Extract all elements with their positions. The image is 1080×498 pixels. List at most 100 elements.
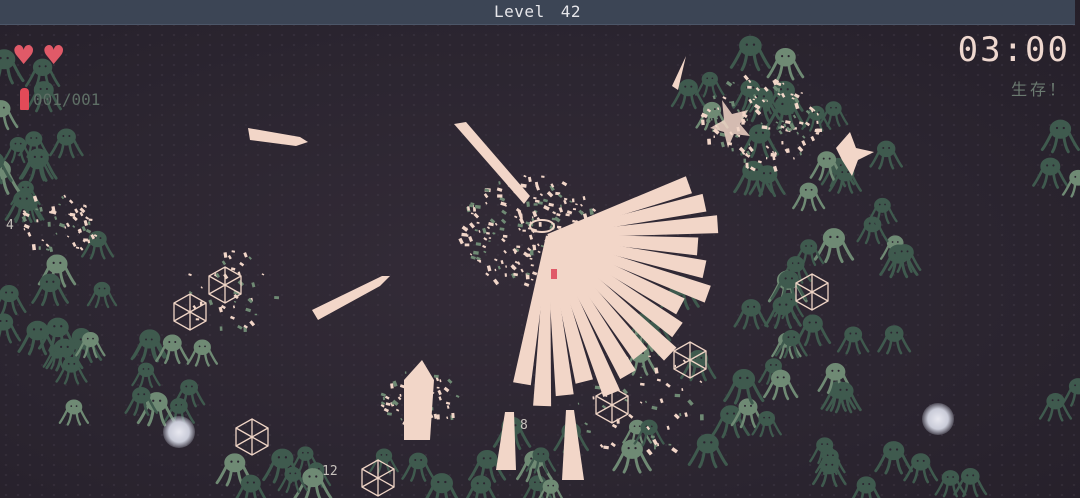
- heart-icon: ♥: [42, 41, 66, 71]
- particle: [386, 412, 392, 416]
- particle: [710, 117, 713, 121]
- particle: [528, 234, 534, 240]
- particle: [249, 320, 256, 327]
- particle: [542, 198, 549, 203]
- particle: [63, 194, 67, 198]
- particle: [748, 143, 751, 146]
- level-label: Level: [494, 2, 545, 21]
- particle: [523, 282, 530, 287]
- particle: [725, 80, 733, 87]
- particle: [39, 206, 43, 212]
- particle: [760, 122, 763, 125]
- particle: [245, 307, 252, 313]
- particle: [582, 196, 586, 201]
- octopus-enemy-icon: [856, 215, 889, 245]
- particle: [437, 389, 442, 396]
- particle: [482, 244, 487, 249]
- particle: [514, 215, 518, 219]
- particle: [533, 203, 538, 206]
- octopus-enemy-icon: [612, 438, 652, 474]
- octopus-enemy-icon: [1040, 118, 1080, 154]
- particle: [800, 92, 804, 94]
- particle: [68, 199, 74, 204]
- level-indicator: Level 42: [0, 2, 1075, 21]
- particle: [747, 85, 752, 89]
- particle: [778, 130, 783, 135]
- health-hearts: ♥ ♥: [12, 41, 66, 71]
- particle: [478, 259, 482, 263]
- particle: [551, 217, 556, 221]
- game-stage[interactable]: 4 8 12: [0, 0, 1080, 498]
- particle: [219, 326, 223, 331]
- particle: [390, 383, 394, 389]
- particle: [556, 225, 562, 229]
- particle: [796, 131, 800, 135]
- particle: [648, 355, 651, 358]
- particle: [577, 402, 580, 405]
- particle: [518, 227, 521, 231]
- level-value: 42: [560, 2, 581, 21]
- particle: [223, 252, 228, 258]
- heart-icon: ♥: [12, 41, 36, 71]
- particle: [674, 393, 681, 398]
- particle: [527, 176, 532, 183]
- particle: [467, 206, 470, 211]
- particle: [485, 201, 488, 205]
- particle: [397, 396, 402, 401]
- particle: [571, 198, 575, 203]
- particle: [699, 380, 703, 384]
- particle: [74, 208, 79, 214]
- particle: [470, 212, 474, 215]
- particle: [504, 273, 508, 277]
- particle: [45, 248, 50, 251]
- particle: [529, 257, 533, 260]
- particle: [251, 282, 256, 288]
- particle: [469, 222, 476, 229]
- particle: [611, 423, 618, 429]
- particle: [801, 140, 807, 146]
- particle: [503, 249, 507, 254]
- particle: [516, 245, 521, 248]
- particle: [500, 260, 504, 265]
- particle: [239, 261, 245, 267]
- particle: [38, 246, 41, 250]
- particle: [533, 196, 537, 200]
- particle: [792, 157, 795, 160]
- particle: [61, 195, 65, 200]
- particle: [470, 255, 476, 260]
- particle: [536, 243, 540, 247]
- ammo-counter: 001/001: [20, 88, 100, 110]
- particle: [539, 193, 544, 197]
- particle: [673, 413, 680, 420]
- particle: [684, 412, 688, 418]
- particle: [681, 388, 684, 392]
- particle: [705, 118, 711, 123]
- particle: [438, 396, 442, 401]
- particle: [200, 286, 203, 289]
- particle: [674, 364, 676, 368]
- particle: [195, 318, 200, 321]
- particle: [84, 204, 87, 208]
- particle: [227, 254, 232, 260]
- particle: [469, 253, 473, 256]
- particle: [761, 125, 768, 130]
- particle: [501, 209, 507, 215]
- particle: [701, 119, 705, 126]
- particle: [560, 204, 562, 208]
- ammo-count: 001/001: [33, 89, 101, 109]
- crystal-cube-icon: [235, 418, 269, 456]
- particle: [537, 250, 541, 254]
- particle: [473, 212, 480, 219]
- particle: [644, 400, 648, 404]
- particle: [464, 243, 470, 247]
- octopus-enemy-icon: [86, 281, 118, 309]
- particle: [473, 250, 479, 255]
- particle: [732, 81, 735, 84]
- particle: [736, 108, 741, 113]
- octopus-enemy-icon: [877, 324, 912, 355]
- particle: [400, 417, 403, 421]
- octopus-enemy-icon: [58, 398, 90, 426]
- particle: [743, 158, 747, 163]
- particle: [541, 175, 545, 178]
- particle: [66, 235, 70, 238]
